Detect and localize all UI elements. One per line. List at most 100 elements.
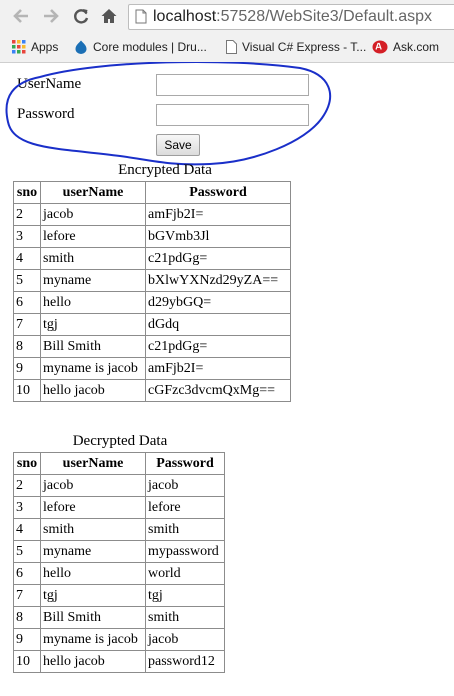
cell-username: Bill Smith [40,335,146,358]
cell-username: tgj [40,313,146,336]
column-header-password: Password [145,452,225,475]
username-input[interactable] [156,74,309,96]
cell-password: jacob [145,628,225,651]
table-row: 6 hello world [13,562,225,585]
cell-sno: 9 [13,628,41,651]
table-row: 2 jacob amFjb2I= [13,203,291,226]
username-label: UserName [17,76,82,92]
table-row: 10 hello jacob cGFzc3dvcmQxMg== [13,379,291,402]
table-row: 6 hello d29ybGQ= [13,291,291,314]
header-row: sno userName Password [13,452,225,475]
cell-password: tgj [145,584,225,607]
cell-sno: 8 [13,335,41,358]
cell-password: smith [145,518,225,541]
table-row: 8 Bill Smith smith [13,606,225,629]
cell-password: c21pdGg= [145,335,291,358]
drupal-icon [75,40,87,54]
cell-password: bXlwYXNzd29yZA== [145,269,291,292]
browser-chrome: localhost:57528/WebSite3/Default.aspx Ap… [0,0,454,63]
cell-sno: 3 [13,496,41,519]
cell-sno: 4 [13,518,41,541]
bookmark-label: Visual C# Express - T... [242,40,367,54]
table-row: 7 tgj tgj [13,584,225,607]
cell-sno: 6 [13,562,41,585]
cell-username: lefore [40,496,146,519]
cell-sno: 8 [13,606,41,629]
cell-username: Bill Smith [40,606,146,629]
cell-password: d29ybGQ= [145,291,291,314]
table-row: 3 lefore bGVmb3Jl [13,225,291,248]
cell-username: hello [40,562,146,585]
cell-sno: 10 [13,650,41,673]
cell-password: cGFzc3dvcmQxMg== [145,379,291,402]
cell-username: myname is jacob [40,357,146,380]
cell-username: hello jacob [40,379,146,402]
cell-password: jacob [145,474,225,497]
reload-button[interactable] [70,5,92,27]
bookmark-ask[interactable]: Ask.com [372,38,439,56]
url-host: localhost [153,8,217,25]
cell-username: jacob [40,474,146,497]
cell-password: smith [145,606,225,629]
back-button[interactable] [10,5,32,27]
page-icon [226,40,237,54]
bookmark-visual-csharp[interactable]: Visual C# Express - T... [226,38,366,56]
bookmark-label: Apps [31,40,59,54]
address-bar[interactable]: localhost:57528/WebSite3/Default.aspx [128,4,454,30]
table-row: 9 myname is jacob amFjb2I= [13,357,291,380]
bookmark-apps[interactable]: Apps [12,38,58,56]
cell-password: password12 [145,650,225,673]
bookmarks-bar: Apps Core modules | Dru... Visual C# Exp… [0,33,454,61]
cell-username: tgj [40,584,146,607]
table-row: 8 Bill Smith c21pdGg= [13,335,291,358]
cell-password: dGdq [145,313,291,336]
cell-password: amFjb2I= [145,203,291,226]
page-icon [135,9,147,24]
cell-password: bGVmb3Jl [145,225,291,248]
cell-password: mypassword [145,540,225,563]
cell-username: hello [40,291,146,314]
forward-button[interactable] [40,5,62,27]
cell-username: myname is jacob [40,628,146,651]
password-label: Password [17,106,75,122]
ask-icon [372,40,388,54]
cell-username: myname [40,269,146,292]
cell-sno: 7 [13,313,41,336]
back-arrow-icon [13,9,28,23]
url-path: :57528/WebSite3/Default.aspx [216,8,432,25]
cell-username: smith [40,518,146,541]
cell-password: world [145,562,225,585]
decrypted-caption: Decrypted Data [72,433,168,449]
cell-sno: 10 [13,379,41,402]
table-row: 10 hello jacob password12 [13,650,225,673]
table-row: 5 myname mypassword [13,540,225,563]
decrypted-table: sno userName Password 2 jacob jacob 3 lefore… [13,452,225,673]
table-row: 3 lefore lefore [13,496,225,519]
encrypted-caption: Encrypted Data [118,162,212,178]
cell-username: lefore [40,225,146,248]
column-header-username: userName [40,452,146,475]
cell-sno: 6 [13,291,41,314]
home-icon [101,9,117,23]
reload-icon [74,9,89,24]
column-header-password: Password [145,181,291,204]
apps-grid-icon [12,40,26,54]
password-input[interactable] [156,104,309,126]
cell-password: c21pdGg= [145,247,291,270]
table-row: 9 myname is jacob jacob [13,628,225,651]
cell-password: lefore [145,496,225,519]
home-button[interactable] [98,5,120,27]
column-header-username: userName [40,181,146,204]
table-row: 2 jacob jacob [13,474,225,497]
table-row: 5 myname bXlwYXNzd29yZA== [13,269,291,292]
table-row: 7 tgj dGdq [13,313,291,336]
header-row: sno userName Password [13,181,291,204]
cell-sno: 5 [13,269,41,292]
save-button[interactable]: Save [156,134,200,156]
bookmark-core-modules[interactable]: Core modules | Dru... [74,38,207,56]
bookmark-label: Ask.com [393,40,440,54]
cell-username: jacob [40,203,146,226]
cell-username: myname [40,540,146,563]
cell-sno: 3 [13,225,41,248]
forward-arrow-icon [44,9,59,23]
